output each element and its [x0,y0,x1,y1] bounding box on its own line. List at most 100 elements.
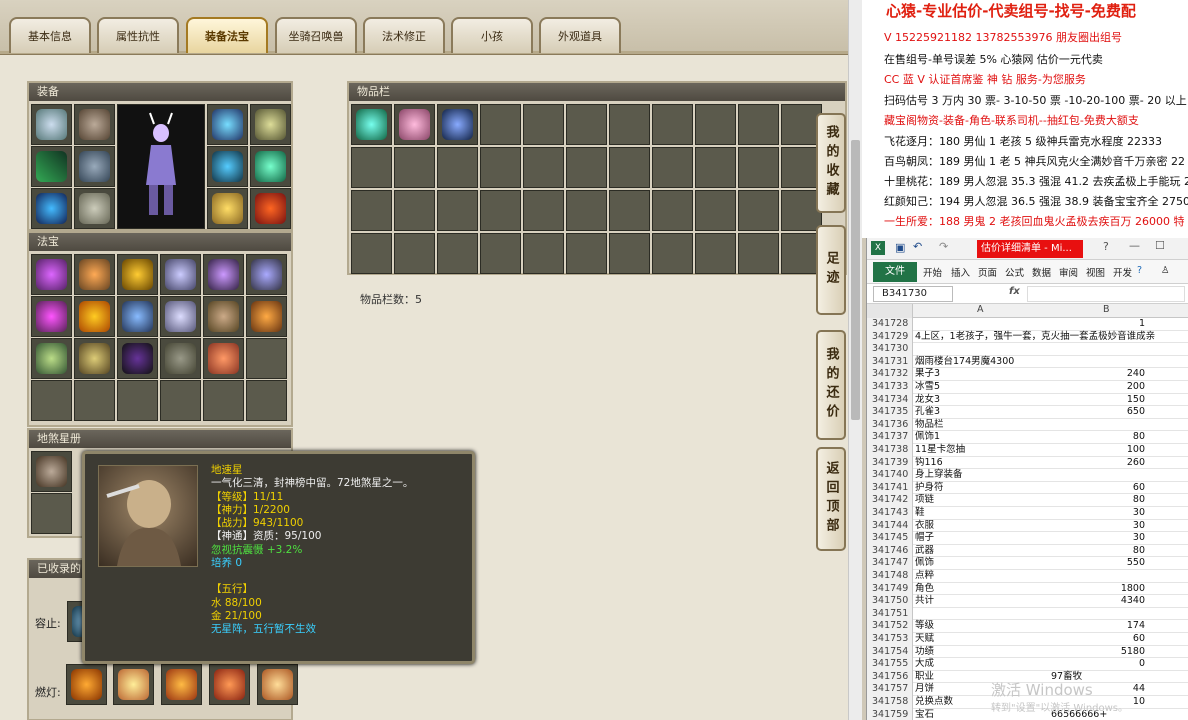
cell-a[interactable]: 佩饰 [915,557,1051,570]
minimize-icon[interactable]: — [1129,239,1140,252]
undo-icon[interactable]: ↶ [913,240,922,253]
ribbon-view[interactable]: 视图 [1086,265,1105,279]
row-number[interactable]: 341730 [867,343,913,356]
cell-b[interactable]: 60 [1051,633,1145,646]
row-number[interactable]: 341751 [867,607,913,621]
row-number[interactable]: 341747 [867,557,913,570]
cell-b[interactable]: 80 [1051,431,1145,444]
inventory-slot-empty[interactable] [609,147,650,188]
sheet-row[interactable]: 341731 烟雨楼台174男魔4300 [867,355,1188,369]
row-number[interactable]: 341754 [867,645,913,659]
sheet-row[interactable]: 341753 天赋 60 [867,633,1188,646]
cell-b[interactable]: 30 [1051,520,1145,533]
maximize-icon[interactable]: ☐ [1155,239,1165,252]
inventory-slot-empty[interactable] [394,147,435,188]
inventory-slot-empty[interactable] [695,104,736,145]
my-favorites-button[interactable]: 我的收藏 [816,113,846,213]
cell-b[interactable]: 240 [1051,368,1145,381]
inventory-slot-empty[interactable] [351,190,392,231]
inventory-item[interactable] [399,109,430,140]
fabao-slot-empty[interactable] [246,380,287,421]
row-number[interactable]: 341744 [867,519,913,533]
fabao-slot[interactable] [246,296,287,337]
randeng-item[interactable] [161,664,202,705]
fabao-slot-empty[interactable] [74,380,115,421]
inventory-slot-empty[interactable] [566,147,607,188]
inventory-slot-empty[interactable] [609,190,650,231]
row-number[interactable]: 341755 [867,658,913,671]
cell-b[interactable]: 260 [1051,457,1145,470]
cell-b[interactable]: 80 [1051,545,1145,558]
tab-attributes[interactable]: 属性抗性 [97,17,179,53]
equip-slot[interactable] [250,188,291,229]
fabao-slot-empty[interactable] [117,380,158,421]
user-icon[interactable]: ♙ [1161,265,1170,276]
select-all-corner[interactable] [867,304,913,318]
help-circle-icon[interactable]: ? [1137,265,1142,276]
sheet-row[interactable]: 341728 1 [867,318,1188,331]
inventory-slot-empty[interactable] [351,147,392,188]
row-number[interactable]: 341728 [867,318,913,331]
ribbon-formula[interactable]: 公式 [1005,265,1024,279]
cell-b[interactable]: 60 [1051,482,1145,495]
row-number[interactable]: 341759 [867,708,913,720]
tab-equipment[interactable]: 装备法宝 [186,17,268,53]
inventory-slot-empty[interactable] [351,233,392,274]
name-box[interactable]: B341730 [873,286,953,302]
save-icon[interactable]: ▣ [895,241,905,254]
row-number[interactable]: 341758 [867,696,913,709]
cell-a[interactable]: 护身符 [915,482,1051,495]
row-number[interactable]: 341729 [867,330,913,344]
inventory-slot-empty[interactable] [523,104,564,145]
inventory-slot-empty[interactable] [738,147,779,188]
fabao-slot[interactable] [117,338,158,379]
fabao-slot[interactable] [246,254,287,295]
cell-a[interactable]: 鞋 [915,507,1051,520]
inventory-slot-empty[interactable] [566,104,607,145]
equip-slot[interactable] [74,146,115,187]
fx-icon[interactable]: fx [1009,286,1020,297]
ribbon-developer[interactable]: 开发 [1113,265,1132,279]
row-number[interactable]: 341740 [867,469,913,482]
cell-a[interactable]: 帽子 [915,532,1051,545]
cell-a[interactable]: 孔雀3 [915,406,1051,419]
randeng-item[interactable] [209,664,250,705]
fabao-slot[interactable] [160,254,201,295]
inventory-slot-empty[interactable] [523,190,564,231]
sheet-row[interactable]: 341732 果子3 240 [867,368,1188,381]
row-number[interactable]: 341735 [867,406,913,419]
sheet-row[interactable]: 341741 护身符 60 [867,481,1188,495]
cell-a[interactable]: 共计 [915,595,1051,608]
equip-slot[interactable] [250,104,291,145]
randeng-item[interactable] [257,664,298,705]
fabao-slot[interactable] [74,296,115,337]
inventory-item[interactable] [356,109,387,140]
sheet-row[interactable]: 341749 角色 1800 [867,582,1188,596]
inventory-slot-empty[interactable] [695,190,736,231]
cell-a[interactable]: 角色 [915,583,1051,596]
fabao-slot[interactable] [31,338,72,379]
ribbon-page[interactable]: 页面 [978,265,997,279]
tab-basic-info[interactable]: 基本信息 [9,17,91,53]
fabao-slot-empty[interactable] [246,338,287,379]
cell-a[interactable]: 功绩 [915,646,1051,659]
inventory-slot-empty[interactable] [652,190,693,231]
inventory-slot-empty[interactable] [652,233,693,274]
sheet-row[interactable]: 341743 鞋 30 [867,507,1188,520]
cell-a[interactable]: 大成 [915,658,1051,671]
inventory-slot-empty[interactable] [437,190,478,231]
inventory-slot-empty[interactable] [523,147,564,188]
equip-slot[interactable] [207,104,248,145]
cell-a[interactable]: 物品栏 [915,419,1051,432]
ribbon-home[interactable]: 开始 [923,265,942,279]
inventory-slot[interactable] [351,104,392,145]
inventory-slot-empty[interactable] [480,233,521,274]
sheet-row[interactable]: 341730 [867,343,1188,356]
sheet-row[interactable]: 341740 身上穿装备 [867,469,1188,482]
inventory-slot-empty[interactable] [695,147,736,188]
inventory-slot-empty[interactable] [738,233,779,274]
cell-a[interactable]: 佩饰1 [915,431,1051,444]
cell-a[interactable]: 等级 [915,620,1051,633]
cell-a[interactable]: 天赋 [915,633,1051,646]
inventory-slot-empty[interactable] [523,233,564,274]
